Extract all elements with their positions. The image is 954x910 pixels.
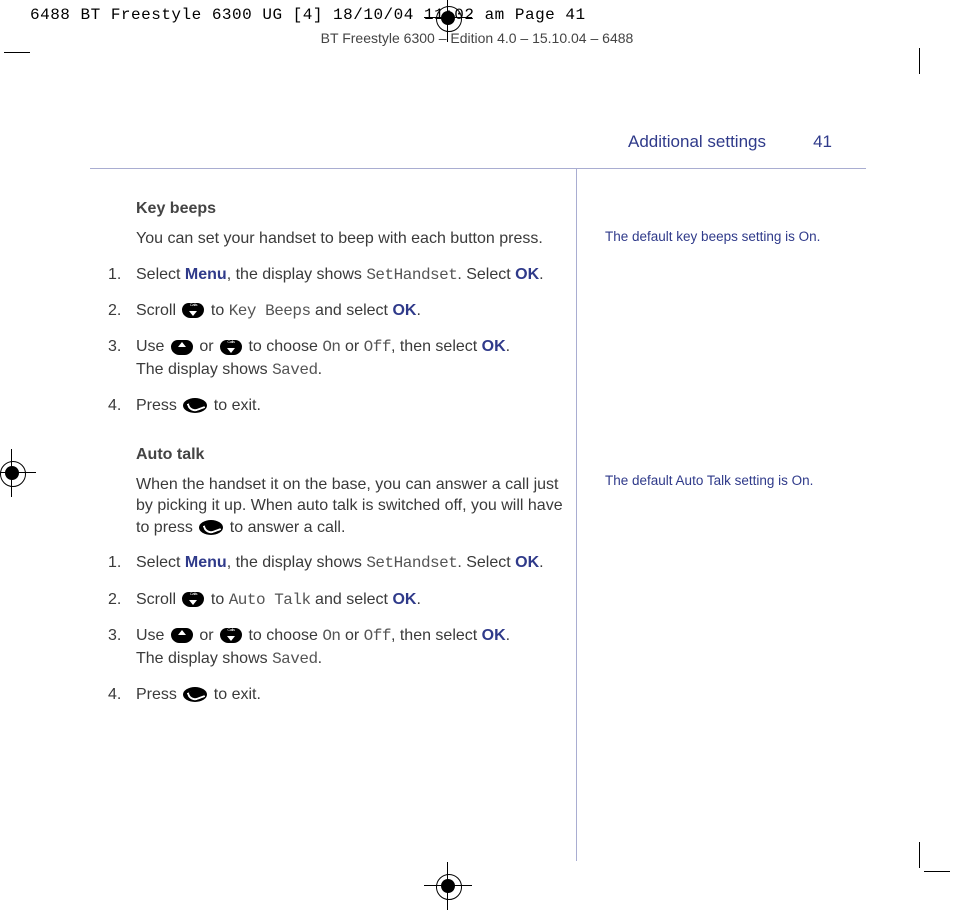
intro-key-beeps: You can set your handset to beep with ea… [136,228,565,250]
note-auto-talk: The default Auto Talk setting is On. [605,472,885,490]
registration-mark-top [430,0,466,36]
up-button-icon [171,340,193,355]
down-button-icon: Calls [220,340,242,355]
page: 6488 BT Freestyle 6300 UG [4] 18/10/04 1… [0,0,954,906]
crop-mark [919,48,920,74]
heading-key-beeps: Key beeps [136,200,565,218]
section-title: Additional settings [628,132,766,152]
main-column: Key beeps You can set your handset to be… [100,190,565,720]
crop-mark [919,842,920,868]
print-slug: 6488 BT Freestyle 6300 UG [4] 18/10/04 1… [30,6,586,24]
step: Press to exit. [100,395,565,417]
side-notes: The default key beeps setting is On. The… [605,228,885,490]
down-button-icon: Calls [220,628,242,643]
heading-auto-talk: Auto talk [136,446,565,464]
edition-line: BT Freestyle 6300 – Edition 4.0 – 15.10.… [0,30,954,46]
step: Scroll Calls to Key Beeps and select OK. [100,300,565,322]
step: Press to exit. [100,684,565,706]
column-divider [576,168,577,861]
talk-button-icon [199,520,223,535]
step: Select Menu, the display shows SetHandse… [100,552,565,574]
step: Select Menu, the display shows SetHandse… [100,264,565,286]
end-button-icon [183,398,207,413]
ok-label: OK [515,266,539,283]
steps-auto-talk: Select Menu, the display shows SetHandse… [100,552,565,706]
crop-mark [924,871,950,872]
down-button-icon: Calls [182,303,204,318]
note-key-beeps: The default key beeps setting is On. [605,228,885,246]
steps-key-beeps: Select Menu, the display shows SetHandse… [100,264,565,418]
page-number: 41 [813,132,832,152]
registration-mark-left [0,455,30,491]
registration-mark-bottom [430,868,466,904]
intro-auto-talk: When the handset it on the base, you can… [136,474,565,539]
header-rule [90,168,866,169]
end-button-icon [183,687,207,702]
menu-label: Menu [185,266,227,283]
crop-mark [4,52,30,53]
step: Scroll Calls to Auto Talk and select OK. [100,589,565,611]
step: Use or Calls to choose On or Off, then s… [100,336,565,381]
up-button-icon [171,628,193,643]
down-button-icon: Calls [182,592,204,607]
step: Use or Calls to choose On or Off, then s… [100,625,565,670]
